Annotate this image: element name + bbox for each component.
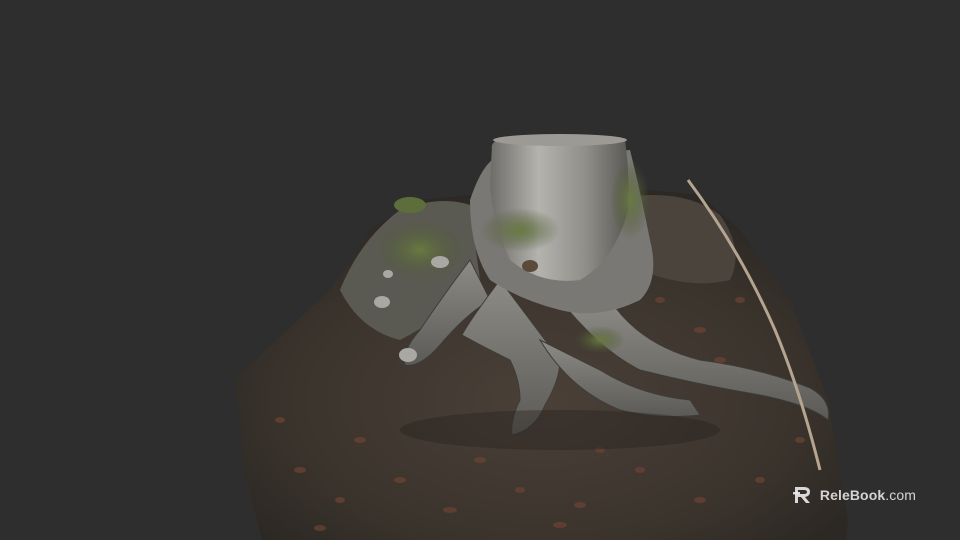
relebook-r-logo-icon xyxy=(792,487,810,503)
stump-top xyxy=(493,134,627,146)
watermark-tld: .com xyxy=(885,487,916,503)
watermark: ReleBook.com xyxy=(792,484,916,506)
model-viewport[interactable]: ReleBook.com xyxy=(0,0,960,540)
watermark-text: ReleBook.com xyxy=(820,487,916,503)
watermark-brand: ReleBook xyxy=(819,487,886,503)
stump-scan-image xyxy=(236,134,848,540)
